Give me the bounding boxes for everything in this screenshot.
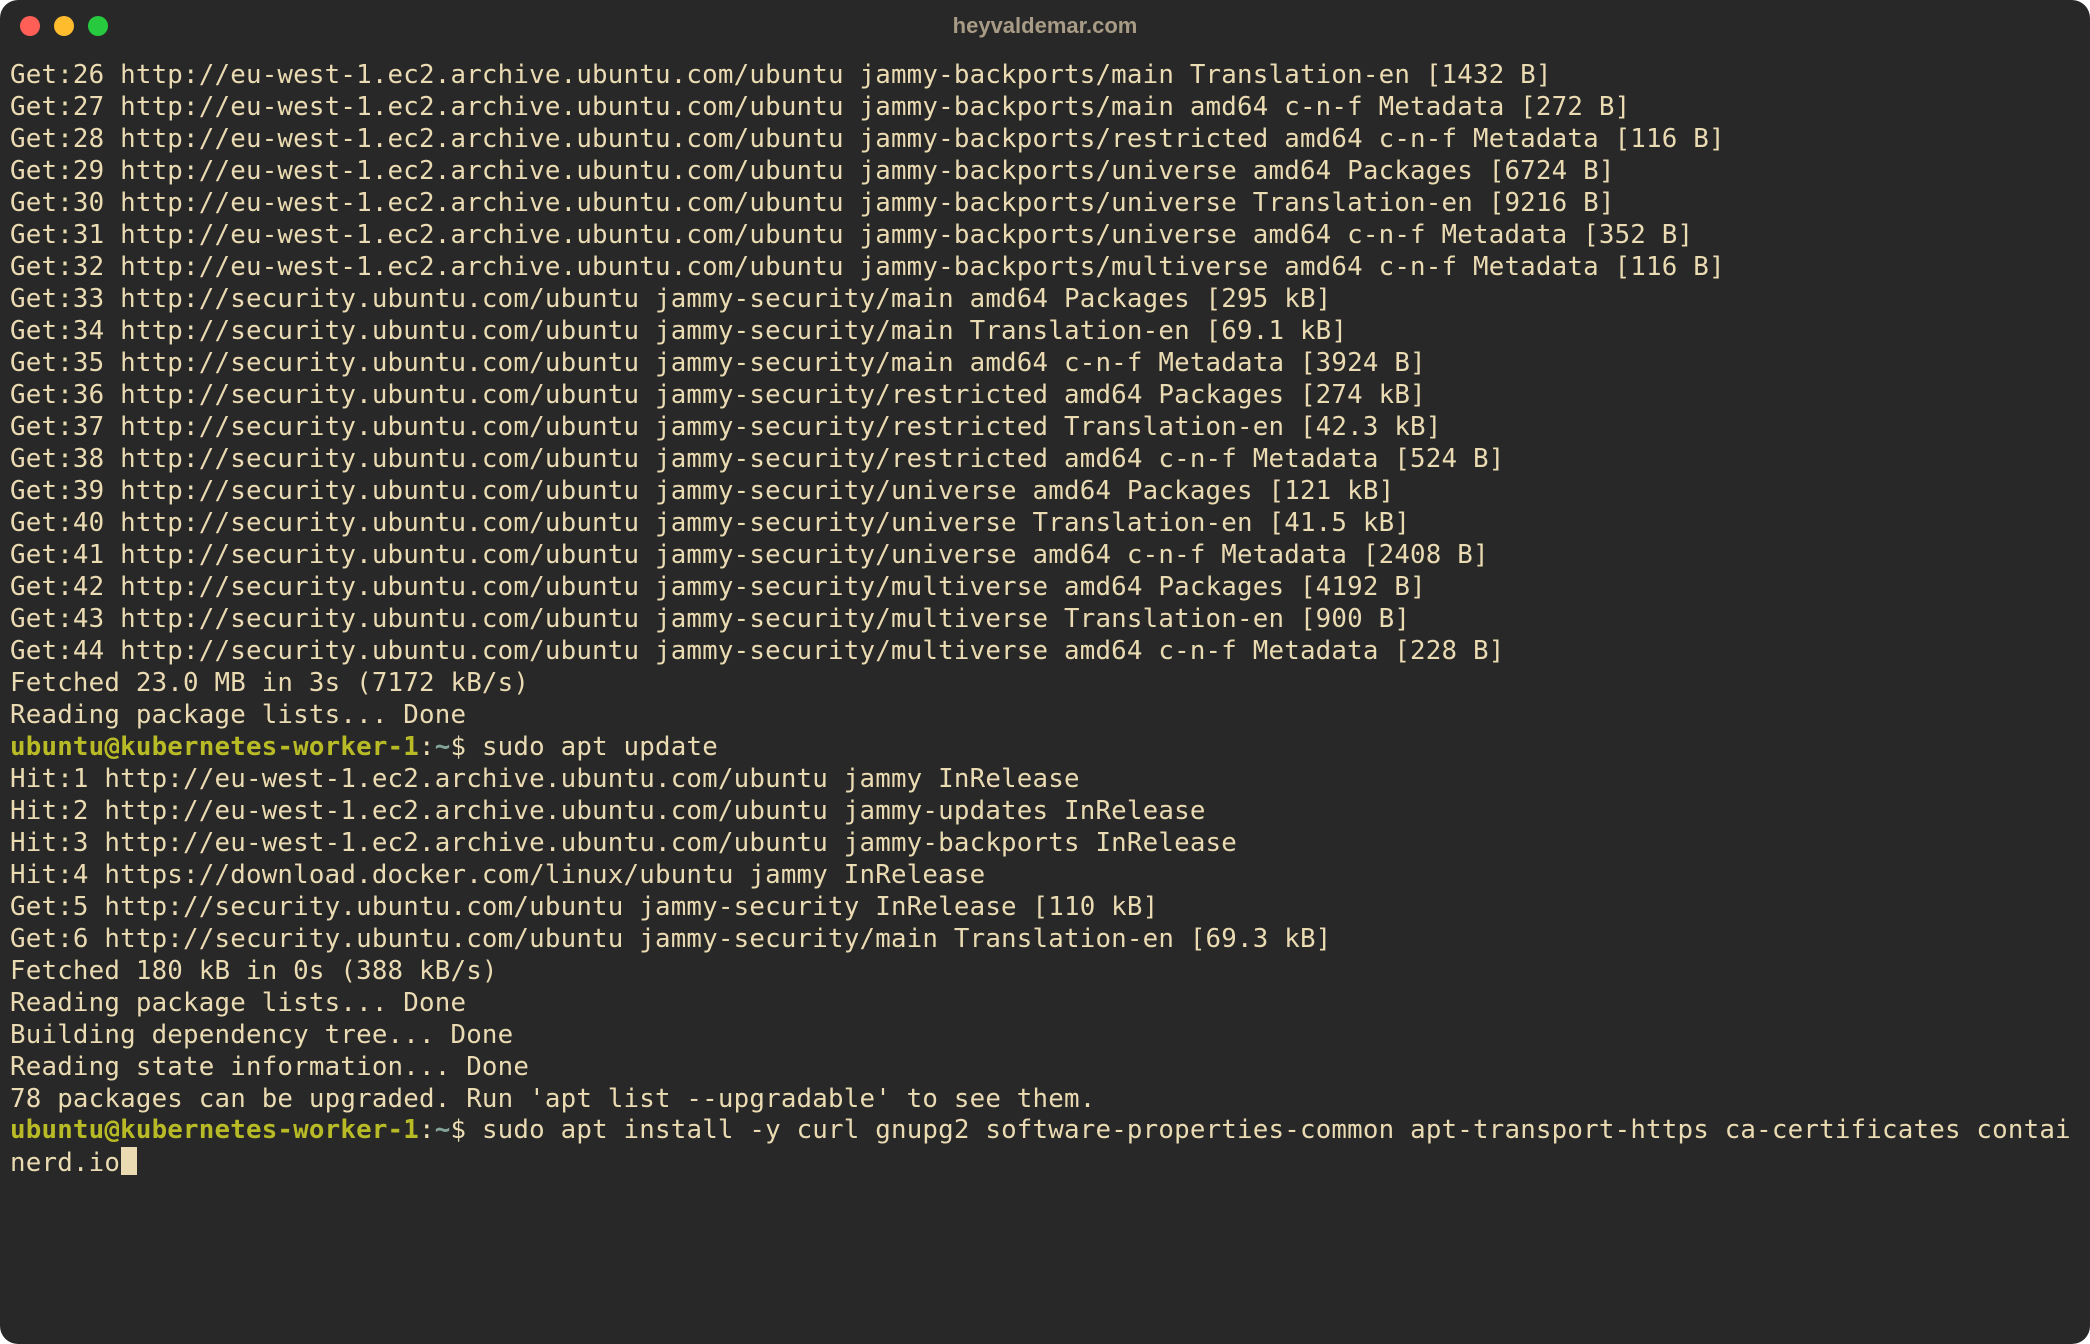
prompt-path: ~ <box>435 732 451 762</box>
titlebar: heyvaldemar.com <box>0 0 2090 52</box>
terminal-output-line: Get:43 http://security.ubuntu.com/ubuntu… <box>10 604 2080 636</box>
terminal-output-line: Get:6 http://security.ubuntu.com/ubuntu … <box>10 924 2080 956</box>
terminal-window: heyvaldemar.com Get:26 http://eu-west-1.… <box>0 0 2090 1344</box>
terminal-output-line: Fetched 23.0 MB in 3s (7172 kB/s) <box>10 668 2080 700</box>
terminal-output-line: Hit:2 http://eu-west-1.ec2.archive.ubunt… <box>10 796 2080 828</box>
terminal-output-line: 78 packages can be upgraded. Run 'apt li… <box>10 1084 2080 1116</box>
terminal-output-line: Get:33 http://security.ubuntu.com/ubuntu… <box>10 284 2080 316</box>
terminal-output-line: Get:31 http://eu-west-1.ec2.archive.ubun… <box>10 220 2080 252</box>
terminal-output-line: Get:37 http://security.ubuntu.com/ubuntu… <box>10 412 2080 444</box>
prompt-command: sudo apt update <box>482 732 718 762</box>
minimize-icon[interactable] <box>54 16 74 36</box>
terminal-output-line: Get:32 http://eu-west-1.ec2.archive.ubun… <box>10 252 2080 284</box>
terminal-output-line: Reading package lists... Done <box>10 988 2080 1020</box>
terminal-body[interactable]: Get:26 http://eu-west-1.ec2.archive.ubun… <box>0 52 2090 1190</box>
prompt-colon: : <box>419 1115 435 1145</box>
terminal-output-line: Hit:3 http://eu-west-1.ec2.archive.ubunt… <box>10 828 2080 860</box>
prompt-colon: : <box>419 732 435 762</box>
terminal-output-line: Get:28 http://eu-west-1.ec2.archive.ubun… <box>10 124 2080 156</box>
terminal-output-line: Fetched 180 kB in 0s (388 kB/s) <box>10 956 2080 988</box>
close-icon[interactable] <box>20 16 40 36</box>
terminal-prompt-line: ubuntu@kubernetes-worker-1:~$ sudo apt i… <box>10 1115 2080 1180</box>
terminal-output-line: Get:41 http://security.ubuntu.com/ubuntu… <box>10 540 2080 572</box>
terminal-output-line: Get:34 http://security.ubuntu.com/ubuntu… <box>10 316 2080 348</box>
prompt-user-host: ubuntu@kubernetes-worker-1 <box>10 732 419 762</box>
terminal-output-line: Get:30 http://eu-west-1.ec2.archive.ubun… <box>10 188 2080 220</box>
prompt-symbol: $ <box>450 732 481 762</box>
terminal-output-line: Reading state information... Done <box>10 1052 2080 1084</box>
traffic-lights <box>20 16 108 36</box>
terminal-output-line: Building dependency tree... Done <box>10 1020 2080 1052</box>
zoom-icon[interactable] <box>88 16 108 36</box>
terminal-output-line: Get:38 http://security.ubuntu.com/ubuntu… <box>10 444 2080 476</box>
prompt-symbol: $ <box>450 1115 481 1145</box>
terminal-output-line: Get:36 http://security.ubuntu.com/ubuntu… <box>10 380 2080 412</box>
terminal-output-line: Get:5 http://security.ubuntu.com/ubuntu … <box>10 892 2080 924</box>
terminal-output-line: Reading package lists... Done <box>10 700 2080 732</box>
terminal-output-line: Get:29 http://eu-west-1.ec2.archive.ubun… <box>10 156 2080 188</box>
terminal-output-line: Get:27 http://eu-west-1.ec2.archive.ubun… <box>10 92 2080 124</box>
window-title: heyvaldemar.com <box>0 13 2090 39</box>
prompt-user-host: ubuntu@kubernetes-worker-1 <box>10 1115 419 1145</box>
terminal-output-line: Get:40 http://security.ubuntu.com/ubuntu… <box>10 508 2080 540</box>
terminal-output-line: Get:44 http://security.ubuntu.com/ubuntu… <box>10 636 2080 668</box>
terminal-output-line: Get:35 http://security.ubuntu.com/ubuntu… <box>10 348 2080 380</box>
prompt-path: ~ <box>435 1115 451 1145</box>
terminal-output-line: Get:26 http://eu-west-1.ec2.archive.ubun… <box>10 60 2080 92</box>
terminal-prompt-line: ubuntu@kubernetes-worker-1:~$ sudo apt u… <box>10 732 2080 764</box>
terminal-output-line: Get:42 http://security.ubuntu.com/ubuntu… <box>10 572 2080 604</box>
terminal-output-line: Get:39 http://security.ubuntu.com/ubuntu… <box>10 476 2080 508</box>
cursor-icon <box>121 1147 136 1174</box>
terminal-output-line: Hit:4 https://download.docker.com/linux/… <box>10 860 2080 892</box>
terminal-output-line: Hit:1 http://eu-west-1.ec2.archive.ubunt… <box>10 764 2080 796</box>
